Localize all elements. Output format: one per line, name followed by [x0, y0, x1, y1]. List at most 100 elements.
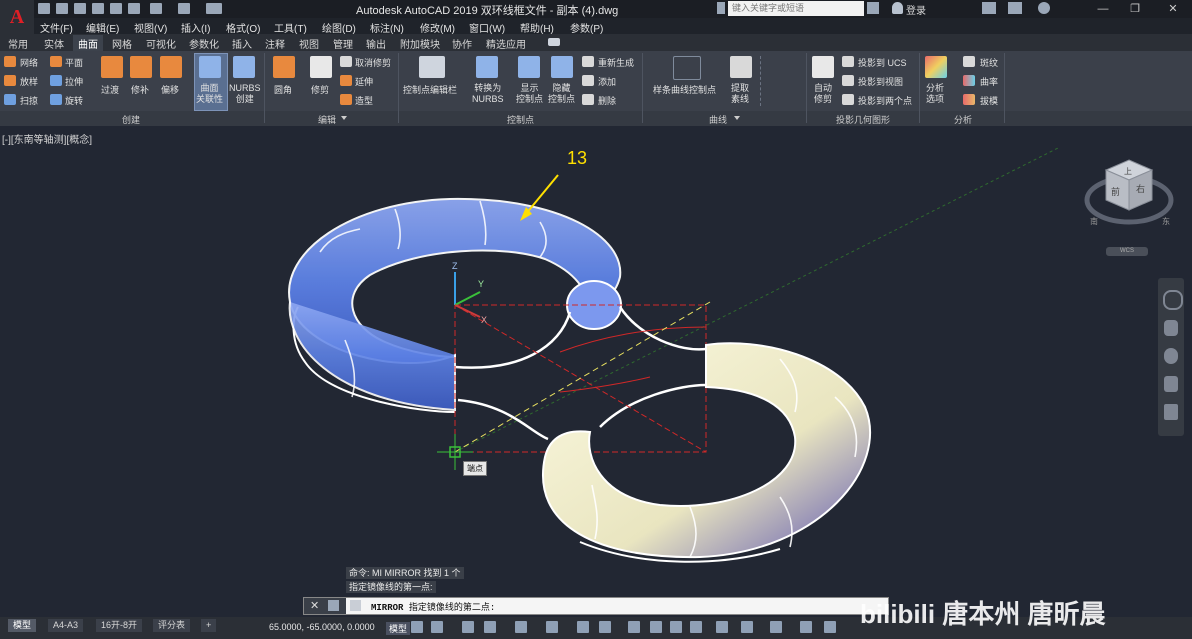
undo-icon[interactable] [150, 3, 162, 14]
rebuild-icon[interactable] [582, 56, 594, 67]
add-layout-button[interactable]: + [201, 619, 217, 632]
add-cv-icon[interactable] [582, 75, 594, 86]
tab-annotate[interactable]: 注释 [265, 36, 285, 51]
untrim-icon[interactable] [340, 56, 352, 67]
object-snap-icon[interactable] [577, 621, 589, 633]
search-arrow-icon[interactable] [717, 2, 725, 14]
panel-title-edit[interactable]: 编辑 [318, 113, 336, 126]
restore-icon[interactable]: ❐ [1120, 0, 1150, 18]
curve-tools-group[interactable] [760, 56, 797, 106]
offset-icon[interactable] [160, 56, 182, 78]
convert-nurbs-icon[interactable] [476, 56, 498, 78]
extend-icon[interactable] [340, 75, 352, 86]
add-cv-button[interactable]: 添加 [598, 75, 616, 88]
connect-icon[interactable] [1008, 2, 1022, 14]
annotation-visibility-icon[interactable] [770, 621, 782, 633]
spline-cv-icon[interactable] [673, 56, 701, 80]
extract-isolines-icon[interactable] [730, 56, 752, 78]
plot-icon[interactable] [128, 3, 140, 14]
drawing-canvas[interactable]: Z Y X [0, 127, 1192, 617]
menu-edit[interactable]: 编辑(E) [86, 20, 119, 35]
sculpt-icon[interactable] [340, 94, 352, 105]
dynamic-ucs-icon[interactable] [599, 621, 611, 633]
menu-help[interactable]: 帮助(H) [520, 20, 554, 35]
nurbs-icon[interactable] [233, 56, 255, 78]
tab-output[interactable]: 输出 [366, 36, 386, 51]
tab-home[interactable]: 常用 [8, 36, 28, 51]
project-two-points-button[interactable]: 投影到两个点 [858, 94, 912, 107]
close-command-line-icon[interactable]: ✕ [310, 599, 319, 612]
patch-button[interactable]: 修补 [131, 83, 149, 96]
tab-addins[interactable]: 附加模块 [400, 36, 440, 51]
trim-button[interactable]: 修剪 [311, 83, 329, 96]
annotation-scale-icon[interactable] [800, 621, 812, 633]
project-ucs-icon[interactable] [842, 56, 854, 67]
convert-nurbs-button[interactable]: 转换为 NURBS [472, 83, 504, 105]
menu-insert[interactable]: 插入(I) [181, 20, 210, 35]
sculpt-button[interactable]: 造型 [355, 94, 373, 107]
project-view-button[interactable]: 投影到视图 [858, 75, 903, 88]
delete-cv-icon[interactable] [582, 94, 594, 105]
tab-featured-apps[interactable]: 精选应用 [486, 36, 526, 51]
analysis-options-icon[interactable] [925, 56, 947, 78]
pan-icon[interactable] [1164, 320, 1178, 336]
tab-collaborate[interactable]: 协作 [452, 36, 472, 51]
snap-icon[interactable] [431, 621, 443, 633]
menu-dimension[interactable]: 标注(N) [370, 20, 404, 35]
nurbs-create-button[interactable]: NURBS 创建 [229, 83, 261, 105]
search-input[interactable]: 键入关键字或短语 [728, 1, 864, 16]
draft-icon[interactable] [963, 94, 975, 105]
gizmo-icon[interactable] [741, 621, 753, 633]
rebuild-button[interactable]: 重新生成 [598, 56, 634, 69]
revolve-icon[interactable] [50, 94, 62, 105]
blend-button[interactable]: 过渡 [101, 83, 119, 96]
layout-tab-16k-8k[interactable]: 16开-8开 [96, 619, 143, 632]
curvature-icon[interactable] [963, 75, 975, 86]
menu-view[interactable]: 视图(V) [134, 20, 167, 35]
fillet-button[interactable]: 圆角 [274, 83, 292, 96]
project-ucs-button[interactable]: 投影到 UCS [858, 56, 907, 69]
user-icon[interactable] [892, 2, 903, 14]
auto-trim-button[interactable]: 自动 修剪 [814, 83, 832, 105]
layout-tab-model[interactable]: 模型 [8, 619, 37, 632]
polar-icon[interactable] [484, 621, 496, 633]
menu-parametric[interactable]: 参数(P) [570, 20, 603, 35]
new-file-icon[interactable] [38, 3, 50, 14]
offset-button[interactable]: 偏移 [161, 83, 179, 96]
menu-draw[interactable]: 绘图(D) [322, 20, 356, 35]
draft-button[interactable]: 拔模 [980, 94, 998, 107]
close-icon[interactable]: ✕ [1158, 0, 1188, 18]
cv-edit-bar-button[interactable]: 控制点编辑栏 [403, 83, 457, 96]
tab-surface[interactable]: 曲面 [73, 35, 103, 52]
fillet-icon[interactable] [273, 56, 295, 78]
planar-button[interactable]: 平面 [65, 56, 83, 69]
show-cv-button[interactable]: 显示 控制点 [516, 83, 543, 105]
loft-button[interactable]: 放样 [20, 75, 38, 88]
tab-visualize[interactable]: 可视化 [146, 36, 176, 51]
zebra-icon[interactable] [963, 56, 975, 67]
menu-tools[interactable]: 工具(T) [274, 20, 307, 35]
extrude-button[interactable]: 拉伸 [65, 75, 83, 88]
search-binoculars-icon[interactable] [867, 2, 879, 14]
lineweight-icon[interactable] [628, 621, 640, 633]
patch-icon[interactable] [130, 56, 152, 78]
curves-panel-expand-icon[interactable] [734, 116, 740, 120]
hide-cv-icon[interactable] [551, 56, 573, 78]
zoom-icon[interactable] [1164, 348, 1178, 364]
tab-view[interactable]: 视图 [299, 36, 319, 51]
save-icon[interactable] [74, 3, 86, 14]
sweep-icon[interactable] [4, 94, 16, 105]
panel-title-curves[interactable]: 曲线 [709, 113, 727, 126]
web-mobile-icon[interactable] [110, 3, 122, 14]
cv-edit-bar-icon[interactable] [419, 56, 445, 78]
layout-tab-a4-a3[interactable]: A4-A3 [48, 619, 84, 632]
project-two-points-icon[interactable] [842, 94, 854, 105]
object-snap-tracking-icon[interactable] [546, 621, 558, 633]
revolve-button[interactable]: 旋转 [65, 94, 83, 107]
untrim-button[interactable]: 取消修剪 [355, 56, 391, 69]
network-surface-icon[interactable] [4, 56, 16, 67]
zebra-button[interactable]: 斑纹 [980, 56, 998, 69]
showmotion-icon[interactable] [1164, 404, 1178, 420]
orbit-icon[interactable] [1164, 376, 1178, 392]
model-space-toggle[interactable]: 模型 [386, 622, 411, 635]
